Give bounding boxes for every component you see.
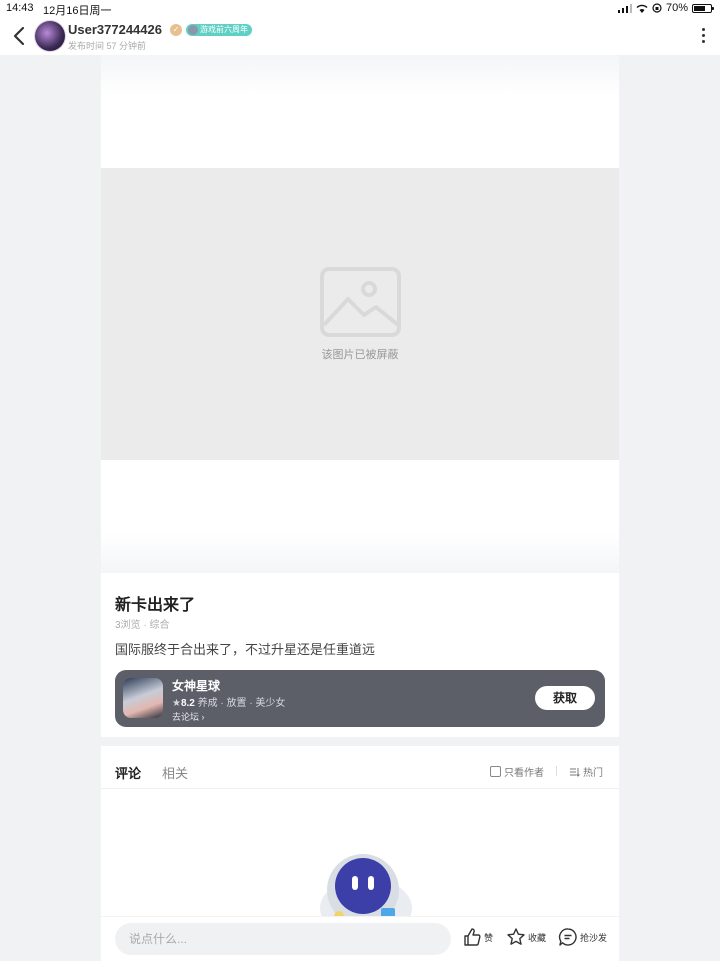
back-icon[interactable] bbox=[12, 26, 28, 46]
sort-icon bbox=[570, 767, 580, 777]
tab-comments[interactable]: 评论 bbox=[115, 763, 142, 783]
sort-hot-label: 热门 bbox=[583, 768, 603, 779]
blocked-image-text: 该图片已被屏蔽 bbox=[321, 349, 399, 361]
post-title: 新卡出来了 bbox=[115, 597, 196, 614]
thumbs-up-icon bbox=[464, 928, 481, 946]
first-comment-button[interactable]: 抢沙发 bbox=[558, 927, 607, 947]
game-tags: 养成 · 放置 · 美少女 bbox=[197, 698, 286, 709]
orientation-lock-icon bbox=[652, 3, 662, 13]
game-forum-link[interactable]: 去论坛 › bbox=[172, 710, 205, 723]
verified-badge-icon: ✓ bbox=[170, 24, 182, 36]
post-content: 新卡出来了 3浏览 · 综合 国际服终于合出来了，不过升星还是任重道远 女神星球… bbox=[101, 573, 619, 737]
only-author-label: 只看作者 bbox=[504, 768, 544, 779]
first-comment-label: 抢沙发 bbox=[580, 932, 608, 943]
post-meta: 3浏览 · 综合 bbox=[115, 620, 170, 631]
game-name: 女神星球 bbox=[172, 679, 221, 693]
status-right: 70% bbox=[617, 2, 714, 14]
signal-icon bbox=[617, 3, 632, 13]
post-time: 发布时间 57 分钟前 bbox=[68, 41, 147, 51]
game-meta: ★8.2 养成 · 放置 · 美少女 bbox=[172, 694, 285, 709]
game-forum-label: 去论坛 bbox=[172, 712, 200, 722]
post-header: User377244426 ✓ 游戏前六周年 发布时间 57 分钟前 bbox=[0, 18, 720, 55]
anniversary-badge: 游戏前六周年 bbox=[186, 24, 252, 36]
game-card[interactable]: 女神星球 ★8.2 养成 · 放置 · 美少女 去论坛 › 获取 bbox=[115, 670, 605, 727]
chevron-right-icon: › bbox=[201, 712, 205, 722]
tab-related[interactable]: 相关 bbox=[162, 763, 188, 782]
game-score: 8.2 bbox=[180, 698, 195, 709]
game-icon bbox=[123, 678, 163, 718]
favorite-label: 收藏 bbox=[528, 932, 547, 943]
status-date: 12月16日周一 bbox=[43, 5, 112, 17]
status-time: 14:43 bbox=[6, 2, 34, 14]
wifi-icon bbox=[636, 4, 648, 13]
get-button[interactable]: 获取 bbox=[535, 686, 595, 710]
username[interactable]: User377244426 bbox=[68, 22, 162, 37]
comment-input[interactable]: 说点什么... bbox=[115, 923, 451, 955]
avatar[interactable] bbox=[35, 21, 65, 51]
battery-percent: 70% bbox=[665, 2, 688, 14]
tabs-divider bbox=[101, 788, 619, 789]
status-bar: 14:43 12月16日周一 70% bbox=[0, 0, 720, 18]
post-image-area: 该图片已被屏蔽 bbox=[101, 55, 619, 573]
divider bbox=[556, 766, 557, 776]
post-body: 国际服终于合出来了，不过升星还是任重道远 bbox=[115, 642, 376, 657]
more-options-icon[interactable] bbox=[702, 28, 706, 46]
only-author-toggle[interactable]: 只看作者 bbox=[490, 764, 544, 779]
sort-hot-button[interactable]: 热门 bbox=[569, 764, 603, 779]
star-icon: ★ bbox=[172, 698, 181, 709]
checkbox-icon bbox=[490, 766, 501, 777]
favorite-button[interactable]: 收藏 bbox=[506, 927, 546, 947]
star-outline-icon bbox=[507, 928, 525, 945]
blocked-image: 该图片已被屏蔽 bbox=[101, 168, 619, 460]
like-label: 赞 bbox=[484, 932, 494, 943]
like-button[interactable]: 赞 bbox=[462, 927, 493, 947]
comment-bubble-icon bbox=[558, 928, 577, 946]
battery-icon bbox=[692, 3, 714, 13]
bottom-action-bar: 说点什么... 赞 收藏 抢沙发 bbox=[101, 916, 619, 961]
image-placeholder-icon bbox=[320, 267, 401, 337]
